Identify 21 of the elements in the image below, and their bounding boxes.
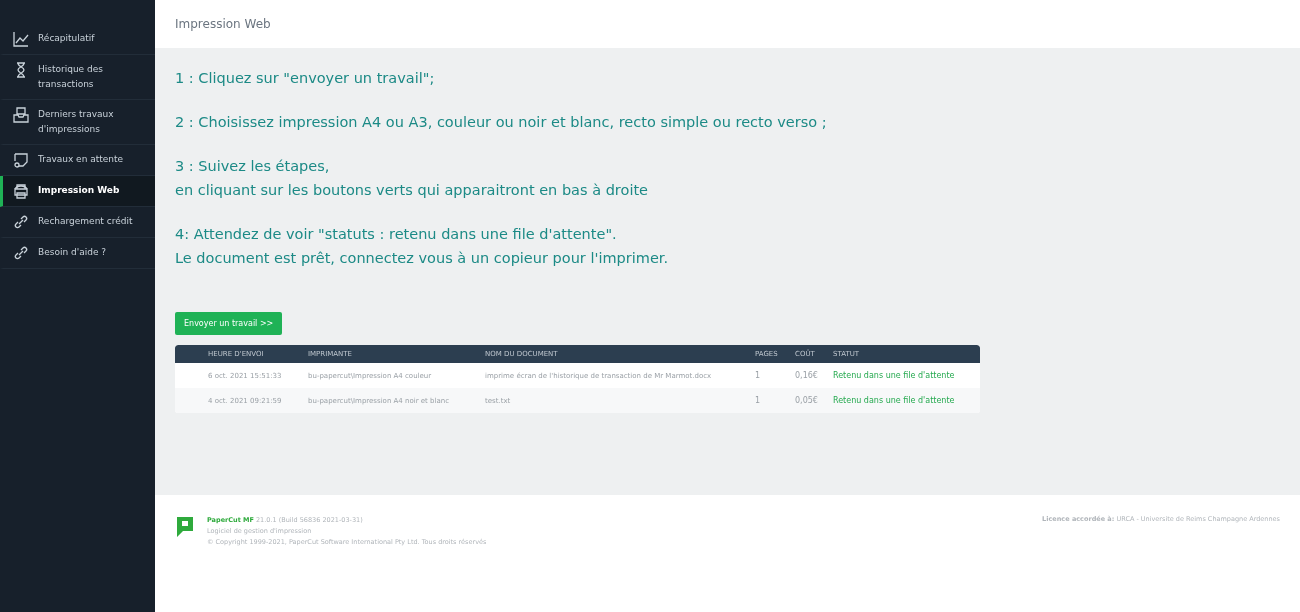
table-cell: Retenu dans une file d'attente <box>833 396 955 405</box>
instruction-text: Le document est prêt, connectez vous à un copieur pour l'imprimer. <box>175 249 670 268</box>
instruction-text: 3 : Suivez les étapes, <box>175 157 331 176</box>
link-icon <box>13 245 29 261</box>
tray-icon <box>13 107 29 123</box>
sidebar-item[interactable]: Impression Web <box>0 176 155 207</box>
printer-icon <box>13 183 29 199</box>
instruction-text: en cliquant sur les boutons verts qui apparaitront en bas à droite <box>175 181 650 200</box>
instruction-text: 4: Attendez de voir "statuts : retenu dans une file d'attente". <box>175 225 618 244</box>
table-cell-text: 1 <box>755 371 762 380</box>
link-icon <box>13 214 29 230</box>
table-cell-text: 1 <box>755 396 762 405</box>
logo-icon <box>175 515 195 539</box>
chart-icon <box>13 31 29 47</box>
instruction-text: 1 : Cliquez sur "envoyer un travail"; <box>175 69 436 88</box>
document-icon <box>13 152 29 168</box>
table-cell-text: 0,16€ <box>795 371 819 380</box>
table-cell-text: 0,05€ <box>795 396 819 405</box>
table-cell: Retenu dans une file d'attente <box>833 371 955 380</box>
instruction-text: 2 : Choisissez impression A4 ou A3, couleur ou noir et blanc, recto simple ou recto verso ; <box>175 113 828 132</box>
page-title: Impression Web <box>175 17 271 31</box>
